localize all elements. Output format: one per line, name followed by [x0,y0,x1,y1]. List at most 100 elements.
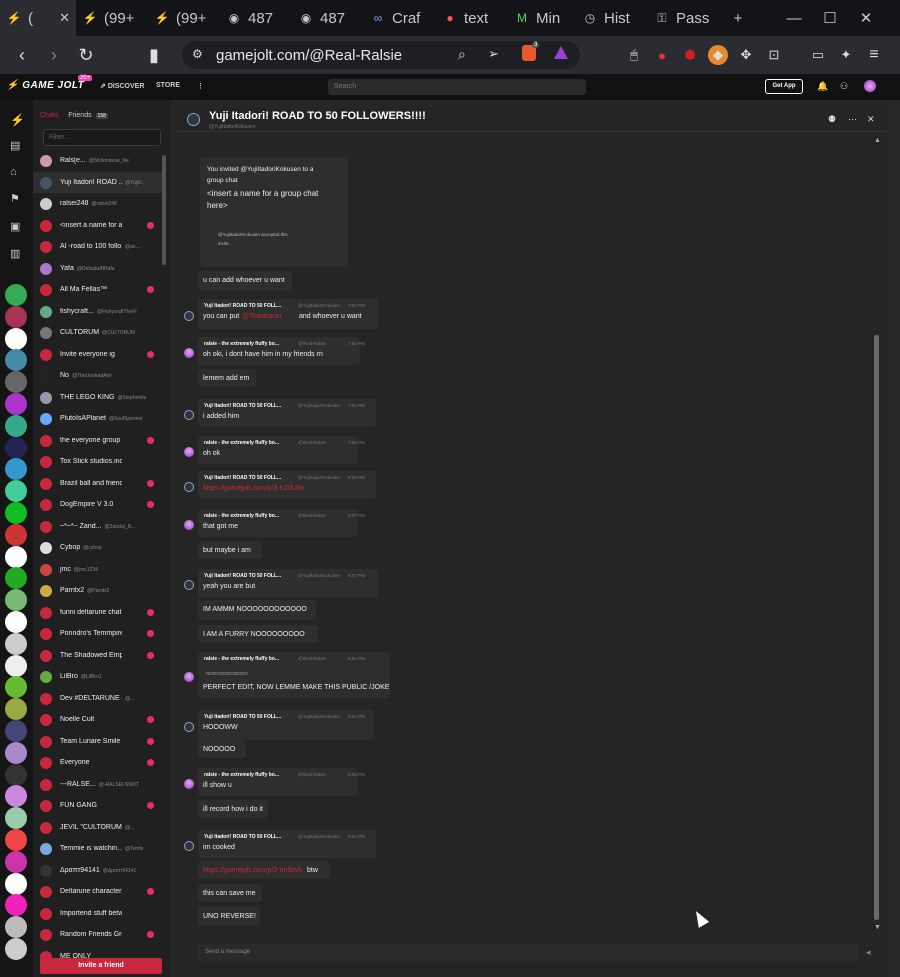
community-avatar[interactable] [5,850,27,873]
rail-chat-icon[interactable]: ▣ [10,220,20,233]
share-icon[interactable]: ➢ [488,46,499,62]
chat-list-item[interactable]: ~*~*~ Zand... @Zandal_R... [33,516,165,537]
browser-tab[interactable]: M Min [508,0,576,36]
sender-handle[interactable]: @YujiItadoriKokusen [298,834,340,839]
message-composer[interactable]: Send a message [198,944,858,961]
invite-friend-button[interactable]: Invite a friend [40,958,162,974]
sender-avatar[interactable] [184,580,194,590]
chat-list-item[interactable]: THE LEGO KING @Stephenite [33,387,165,408]
chat-list-item[interactable]: No@TheUndeadAnima [33,365,165,386]
site-search-input[interactable]: Search [328,79,586,95]
browser-tab[interactable]: ⚡ (99+ [76,0,148,36]
rail-logo-icon[interactable]: ⚡ [10,113,25,127]
community-avatar[interactable] [5,502,27,524]
community-avatar[interactable] [5,284,27,306]
chat-list-item[interactable]: Temmie is watchin... @Temlo [33,838,165,859]
site-settings-icon[interactable]: ⚙ [192,47,203,61]
community-avatar[interactable] [5,523,27,546]
chat-list-item[interactable]: jmc @jmc1234 [33,559,165,580]
ublock-extension-icon[interactable]: ⬢ [680,45,700,65]
sender-handle[interactable]: @YujiItadoriKokusen [298,403,340,408]
sender-handle[interactable]: @Real-Ralsie [298,772,326,777]
sender-avatar[interactable] [184,779,194,789]
minimize-button[interactable]: — [776,0,812,36]
chat-list-item[interactable]: JEVIL "CULTORUM" B...@... [33,817,165,838]
community-avatar[interactable] [5,829,27,851]
sender-avatar[interactable] [184,447,194,457]
red-extension-icon[interactable]: ● [652,45,672,65]
chat-list-item[interactable]: LilBro @LilBro1 [33,666,165,687]
leo-ai-icon[interactable]: ✦ [836,45,856,65]
community-avatar[interactable] [5,611,27,633]
chat-list-item[interactable]: Yuji Itadori! ROAD ... @YujiIt... [33,172,165,193]
gamejolt-logo[interactable]: ⚡ GAME JOLT [6,80,84,91]
chat-list-item[interactable]: fishycraft...@FishycraftTheFish... [33,301,165,322]
chat-list-item[interactable]: Noelle Cult [33,709,165,730]
chat-list-item[interactable]: Δραπτ94141 @Δραπτ94141 [33,860,165,881]
community-avatar[interactable] [5,872,27,895]
chat-list-item[interactable]: Tox Stick studios.inc (GJ Edi... [33,451,165,472]
store-link[interactable]: STORE [156,82,180,89]
browser-tab[interactable]: ◷ Hist [576,0,648,36]
chat-list-item[interactable]: ralsei248 @ralsei248 [33,193,165,214]
sender-handle[interactable]: @YujiItadoriKokusen [298,573,340,578]
sender-name[interactable]: ralsie - the extremely fluffy bo... [204,772,279,778]
mouse-extension-icon[interactable]: 🖱 [624,45,644,65]
rail-library-icon[interactable]: ▥ [10,247,20,260]
community-avatar[interactable] [5,654,27,677]
chat-list-item[interactable]: FUN GANG [33,795,165,816]
extensions-icon[interactable]: ✥ [736,45,756,65]
bookmark-icon[interactable]: ▮ [140,41,168,69]
chat-list-item[interactable]: Cybop @cybop [33,537,165,558]
browser-tab[interactable]: ⚡ (✕ [0,0,76,36]
community-avatar[interactable] [5,720,27,742]
community-avatar[interactable] [5,414,27,437]
community-avatar[interactable] [5,545,27,568]
screenshot-icon[interactable]: ⊡ [764,45,784,65]
sender-avatar[interactable] [184,520,194,530]
chat-list-item[interactable]: Dev #DELTARUNE #U...@... [33,688,165,709]
new-tab-button[interactable]: + [720,0,756,36]
browser-tab[interactable]: ◉ 487 [220,0,292,36]
reload-button[interactable]: ↻ [72,41,100,69]
sender-name[interactable]: Yuji Itadori! ROAD TO 50 FOLL... [204,403,281,409]
sender-handle[interactable]: @Real-Ralsie [298,440,326,445]
community-avatar[interactable] [5,632,27,655]
sender-name[interactable]: Yuji Itadori! ROAD TO 50 FOLL... [204,475,281,481]
discover-link[interactable]: ⇗ DISCOVER [100,82,144,90]
browser-tab[interactable]: ● text [436,0,508,36]
chat-list-item[interactable]: Invite everyone ig [33,344,165,365]
forward-button[interactable]: › [40,41,68,69]
community-avatar[interactable] [5,741,27,764]
chat-list-item[interactable]: Parritx2 @Parritx2 [33,580,165,601]
browser-tab[interactable]: ∞ Craf [364,0,436,36]
menu-icon[interactable]: ≡ [864,45,884,65]
rail-realms-icon[interactable]: ⚑ [10,192,20,205]
community-avatar[interactable] [5,938,27,960]
sender-name[interactable]: Yuji Itadori! ROAD TO 50 FOLL... [204,714,281,720]
chat-list-item[interactable]: Rals[e...@Stickmouse_Nexsarpe... [33,150,165,171]
chat-list-item[interactable]: funni deltarune chat [33,602,165,623]
rail-store-icon[interactable]: ⌂ [10,166,17,178]
community-avatar[interactable] [5,436,27,459]
sender-handle[interactable]: @YujiItadoriKokusen [298,714,340,719]
user-mention[interactable]: @Toastracer [242,313,282,320]
chat-list-item[interactable]: AI -road to 100 follo... @an... [33,236,165,257]
chat-list-item[interactable]: DogEmpire V 3.0 [33,494,165,515]
sender-name[interactable]: Yuji Itadori! ROAD TO 50 FOLL... [204,303,281,309]
sender-name[interactable]: Yuji Itadori! ROAD TO 50 FOLL... [204,834,281,840]
chat-filter-input[interactable]: Filter... [43,129,161,146]
scroll-down-icon[interactable]: ▼ [874,924,881,931]
message-scrollbar[interactable] [874,335,879,920]
back-button[interactable]: ‹ [8,41,36,69]
chat-list-item[interactable]: Team Lunare Smile to ... [33,731,165,752]
tab-friends[interactable]: Friends [68,112,91,119]
sender-handle[interactable]: @Real-Ralsie [298,656,326,661]
chat-list-item[interactable]: Everyone [33,752,165,773]
more-menu-button[interactable]: ⋮ [197,82,204,90]
chat-list-item[interactable]: Deltarune characters g... [33,881,165,902]
sender-avatar[interactable] [184,348,194,358]
chat-list-item[interactable]: PlutoIsAPlanet @SoulSpenner [33,408,165,429]
sender-handle[interactable]: @Real-Ralsie [298,513,326,518]
chat-list-scrollbar[interactable] [162,155,166,265]
